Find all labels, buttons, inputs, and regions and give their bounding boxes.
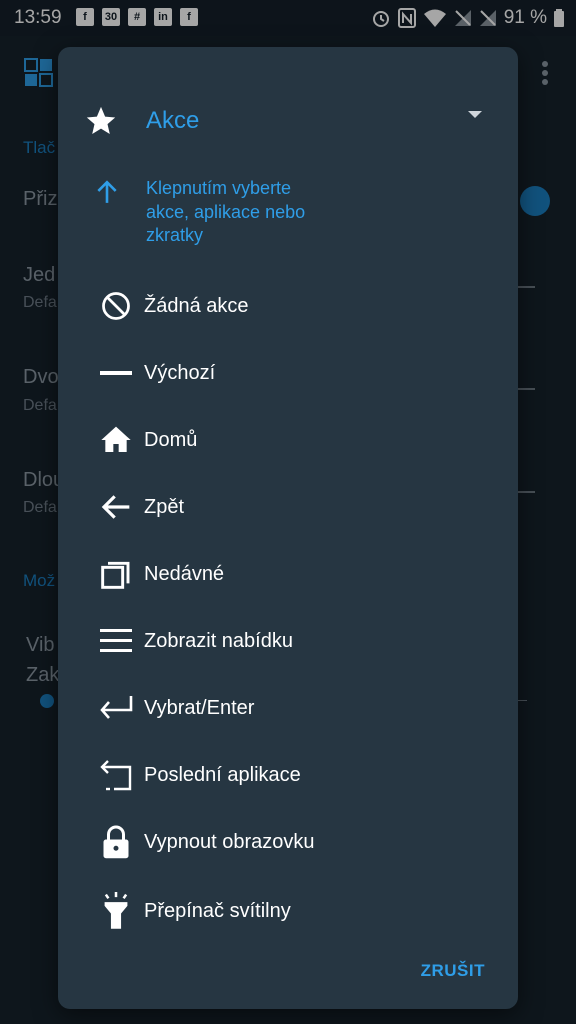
dialog-title: Akce	[146, 107, 200, 134]
minus-icon	[100, 371, 132, 375]
action-item-label: Zpět	[144, 495, 185, 518]
action-item-default[interactable]: Výchozí	[96, 349, 476, 397]
action-item-label: Vypnout obrazovku	[144, 830, 315, 853]
chevron-down-icon	[468, 111, 482, 118]
hint: Klepnutím vyberte akce, aplikace nebo zk…	[94, 177, 474, 248]
recents-icon	[101, 561, 130, 589]
action-item-menu[interactable]: Zobrazit nabídku	[96, 617, 476, 665]
arrow-up-icon	[97, 180, 117, 203]
enter-icon	[100, 696, 133, 719]
home-icon	[101, 426, 131, 452]
flashlight-icon	[104, 892, 128, 929]
action-item-label: Domů	[144, 428, 198, 451]
action-item-label: Žádná akce	[144, 294, 249, 317]
block-icon	[102, 292, 130, 320]
action-item-last-app[interactable]: Poslední aplikace	[96, 751, 476, 799]
action-picker-dialog: Akce Klepnutím vyberte akce, aplikace ne…	[58, 47, 518, 1009]
arrow-back-icon	[101, 495, 130, 519]
action-item-label: Nedávné	[144, 562, 225, 585]
action-type-dropdown[interactable]: Akce	[84, 99, 484, 143]
action-item-label: Přepínač svítilny	[144, 899, 291, 922]
action-item-label: Vybrat/Enter	[144, 696, 255, 719]
last-app-icon	[100, 760, 132, 791]
action-item-no-action[interactable]: Žádná akce	[96, 282, 476, 330]
action-item-screen-off[interactable]: Vypnout obrazovku	[96, 818, 476, 866]
star-icon	[86, 106, 116, 135]
action-item-flashlight[interactable]: Přepínač svítilny	[96, 887, 476, 935]
action-item-label: Zobrazit nabídku	[144, 629, 293, 652]
action-item-enter[interactable]: Vybrat/Enter	[96, 684, 476, 732]
cancel-button[interactable]: ZRUŠIT	[421, 961, 485, 981]
hint-text: Klepnutím vyberte akce, aplikace nebo zk…	[146, 178, 306, 245]
action-item-back[interactable]: Zpět	[96, 483, 476, 531]
action-item-home[interactable]: Domů	[96, 416, 476, 464]
lock-icon	[103, 825, 129, 859]
action-item-recents[interactable]: Nedávné	[96, 550, 476, 598]
action-item-label: Výchozí	[144, 361, 216, 384]
menu-icon	[100, 629, 132, 652]
action-item-label: Poslední aplikace	[144, 763, 301, 786]
